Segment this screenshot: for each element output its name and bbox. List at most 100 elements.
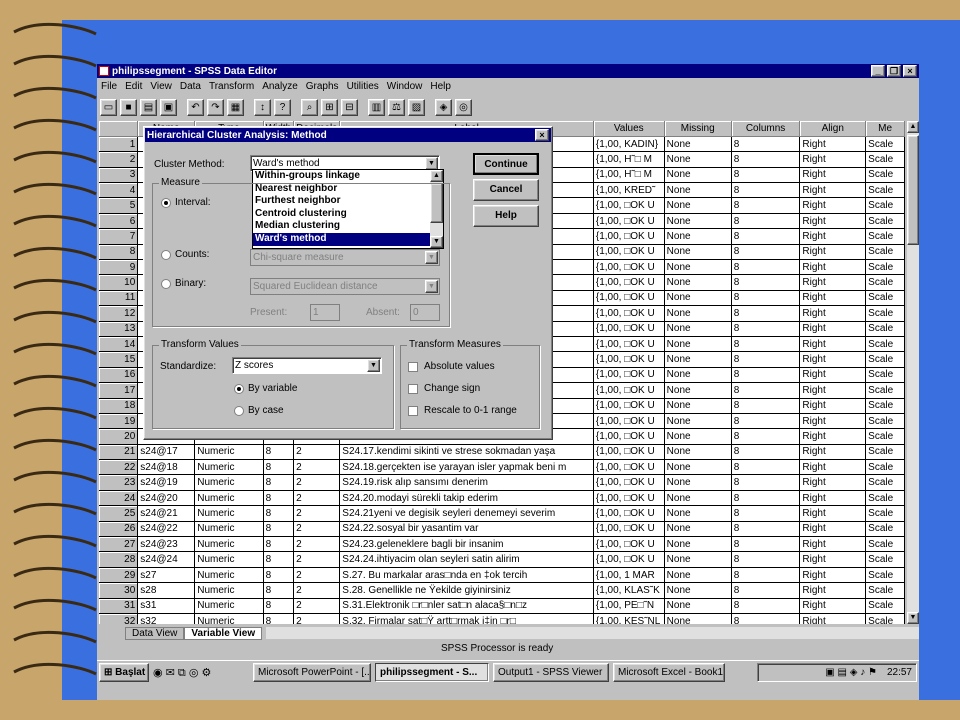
- grid-cell[interactable]: Right: [799, 505, 867, 522]
- scroll-down-icon[interactable]: ▼: [907, 612, 919, 624]
- row-number[interactable]: 24: [99, 490, 139, 507]
- grid-cell[interactable]: {1,00, KADIN}: [593, 136, 665, 153]
- grid-cell[interactable]: 8: [731, 367, 801, 384]
- grid-cell[interactable]: Scale: [865, 413, 905, 430]
- grid-cell[interactable]: Numeric: [194, 551, 264, 568]
- grid-cell[interactable]: s24@17: [137, 444, 196, 461]
- grid-cell[interactable]: s24@21: [137, 505, 196, 522]
- grid-cell[interactable]: Numeric: [194, 505, 264, 522]
- grid-cell[interactable]: S.28. Genellikle ne Ÿekilde giyinirsiniz: [339, 582, 594, 599]
- tab-variable-view[interactable]: Variable View: [184, 626, 263, 640]
- grid-cell[interactable]: 8: [263, 444, 295, 461]
- grid-cell[interactable]: None: [664, 244, 732, 261]
- grid-cell[interactable]: Scale: [865, 613, 905, 624]
- counts-select[interactable]: Chi-square measure ▼: [250, 249, 440, 266]
- menu-utilities[interactable]: Utilities: [347, 81, 379, 92]
- grid-cell[interactable]: 2: [293, 551, 341, 568]
- grid-cell[interactable]: Scale: [865, 259, 905, 276]
- grid-cell[interactable]: Right: [799, 351, 867, 368]
- grid-cell[interactable]: None: [664, 336, 732, 353]
- grid-cell[interactable]: Right: [799, 413, 867, 430]
- grid-cell[interactable]: Right: [799, 305, 867, 322]
- grid-cell[interactable]: 8: [731, 536, 801, 553]
- goto-chart-icon[interactable]: ▦: [227, 98, 244, 116]
- grid-cell[interactable]: 8: [263, 536, 295, 553]
- grid-cell[interactable]: 2: [293, 536, 341, 553]
- counts-radio[interactable]: [161, 250, 171, 260]
- row-number[interactable]: 30: [99, 582, 139, 599]
- row-number[interactable]: 20: [99, 428, 139, 445]
- minimize-button[interactable]: _: [871, 65, 885, 77]
- row-number[interactable]: 21: [99, 444, 139, 461]
- grid-cell[interactable]: Scale: [865, 505, 905, 522]
- grid-cell[interactable]: Scale: [865, 536, 905, 553]
- grid-cell[interactable]: S.31.Elektronik □r□nler sat□n alaca§□n□z: [339, 598, 594, 615]
- grid-cell[interactable]: None: [664, 151, 732, 168]
- grid-cell[interactable]: 8: [731, 321, 801, 337]
- grid-cell[interactable]: None: [664, 521, 732, 538]
- counts-chevron-icon[interactable]: ▼: [425, 251, 438, 264]
- grid-cell[interactable]: Numeric: [194, 598, 264, 615]
- row-number[interactable]: 9: [99, 259, 139, 276]
- grid-cell[interactable]: 2: [293, 613, 341, 624]
- grid-cell[interactable]: 8: [263, 474, 295, 491]
- grid-cell[interactable]: None: [664, 305, 732, 322]
- value-labels-icon[interactable]: ◈: [435, 98, 452, 116]
- grid-cell[interactable]: {1,00, □OK U: [593, 474, 665, 491]
- grid-cell[interactable]: None: [664, 167, 732, 184]
- grid-cell[interactable]: None: [664, 459, 732, 476]
- grid-cell[interactable]: Scale: [865, 197, 905, 214]
- menu-transform[interactable]: Transform: [209, 81, 254, 92]
- grid-cell[interactable]: None: [664, 505, 732, 522]
- grid-cell[interactable]: 2: [293, 567, 341, 584]
- grid-cell[interactable]: 8: [731, 136, 801, 153]
- use-sets-icon[interactable]: ◎: [455, 98, 472, 116]
- grid-cell[interactable]: 8: [731, 382, 801, 399]
- grid-cell[interactable]: None: [664, 367, 732, 384]
- menu-analyze[interactable]: Analyze: [262, 81, 298, 92]
- dropdown-scroll-up-icon[interactable]: ▲: [430, 170, 443, 182]
- grid-cell[interactable]: Scale: [865, 382, 905, 399]
- grid-cell[interactable]: Right: [799, 398, 867, 414]
- grid-cell[interactable]: {1,00, □OK U: [593, 213, 665, 230]
- grid-cell[interactable]: Right: [799, 274, 867, 291]
- grid-cell[interactable]: 2: [293, 505, 341, 522]
- grid-cell[interactable]: 8: [731, 244, 801, 261]
- grid-cell[interactable]: Scale: [865, 551, 905, 568]
- task-powerpoint[interactable]: Microsoft PowerPoint - [...: [253, 663, 371, 682]
- grid-cell[interactable]: Scale: [865, 244, 905, 261]
- grid-cell[interactable]: 8: [263, 582, 295, 599]
- grid-cell[interactable]: Right: [799, 167, 867, 184]
- row-number[interactable]: 6: [99, 213, 139, 230]
- row-number[interactable]: 29: [99, 567, 139, 584]
- binary-radio[interactable]: [161, 279, 171, 289]
- grid-cell[interactable]: Scale: [865, 182, 905, 199]
- grid-cell[interactable]: None: [664, 182, 732, 199]
- menu-file[interactable]: File: [101, 81, 117, 92]
- grid-cell[interactable]: None: [664, 613, 732, 624]
- split-file-icon[interactable]: ▥: [368, 98, 385, 116]
- grid-cell[interactable]: Right: [799, 567, 867, 584]
- grid-cell[interactable]: Scale: [865, 459, 905, 476]
- grid-cell[interactable]: 8: [731, 598, 801, 615]
- row-number[interactable]: 1: [99, 136, 139, 153]
- grid-cell[interactable]: {1,00, □OK U: [593, 336, 665, 353]
- row-number[interactable]: 11: [99, 290, 139, 307]
- grid-cell[interactable]: Scale: [865, 367, 905, 384]
- present-field[interactable]: 1: [310, 304, 340, 321]
- grid-cell[interactable]: {1,00, PE□˜N: [593, 598, 665, 615]
- standardize-chevron-icon[interactable]: ▼: [367, 359, 380, 372]
- grid-cell[interactable]: None: [664, 321, 732, 337]
- dialog-recall-icon[interactable]: ▣: [160, 98, 177, 116]
- grid-cell[interactable]: {1,00, □OK U: [593, 459, 665, 476]
- grid-cell[interactable]: None: [664, 213, 732, 230]
- grid-cell[interactable]: None: [664, 274, 732, 291]
- scroll-thumb[interactable]: [907, 135, 919, 245]
- grid-cell[interactable]: None: [664, 136, 732, 153]
- open-icon[interactable]: ▭: [100, 98, 117, 116]
- grid-cell[interactable]: Scale: [865, 290, 905, 307]
- grid-cell[interactable]: {1,00, □OK U: [593, 290, 665, 307]
- horizontal-scrollbar[interactable]: [266, 627, 919, 639]
- row-number[interactable]: 27: [99, 536, 139, 553]
- grid-cell[interactable]: None: [664, 490, 732, 507]
